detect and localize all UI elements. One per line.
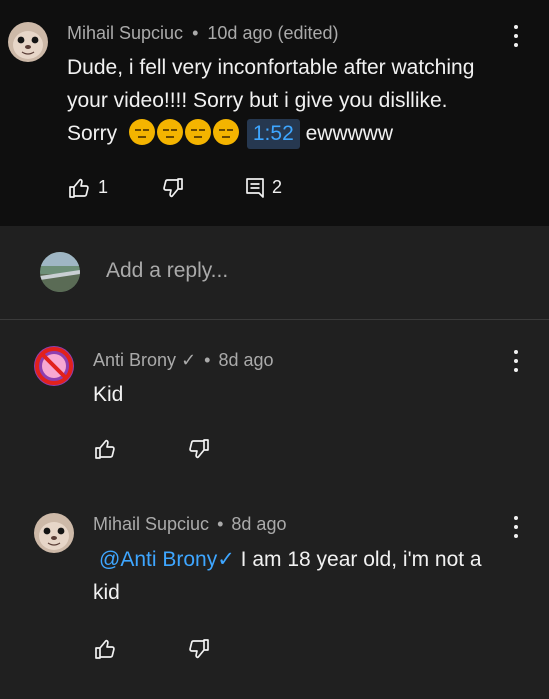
meta-separator: •	[192, 23, 199, 43]
reply-author-avatar[interactable]	[34, 513, 74, 553]
verified-check-icon: ✓	[217, 548, 235, 571]
reply-meta: Anti Brony ✓ • 8d ago	[93, 350, 274, 371]
mention-link[interactable]: @Anti Brony✓	[99, 548, 241, 571]
comment-icon[interactable]	[243, 176, 267, 200]
thumb-up-icon[interactable]	[93, 637, 117, 661]
meta-separator: •	[204, 350, 211, 370]
reply-time: 8d ago	[231, 514, 287, 534]
more-options-button[interactable]	[513, 516, 519, 538]
comment-text-line: your video!!!! Sorry but i give you disl…	[67, 89, 448, 112]
meta-separator: •	[217, 514, 224, 534]
thumb-down-icon[interactable]	[161, 176, 185, 200]
author-name[interactable]: Mihail Supciuc	[67, 23, 183, 43]
thumb-up-icon[interactable]	[67, 176, 91, 200]
main-comment: Mihail Supciuc • 10d ago (edited) Dude, …	[0, 0, 549, 226]
like-count: 1	[98, 177, 109, 197]
reply-author-name[interactable]: Anti Brony	[93, 350, 176, 370]
more-options-button[interactable]	[513, 25, 519, 47]
reply-meta: Mihail Supciuc • 8d ago	[93, 514, 286, 535]
comment-text: Dude, i fell very inconfortable after wa…	[67, 51, 537, 150]
pensive-face-emoji-icon	[129, 119, 247, 145]
reply-author-name[interactable]: Mihail Supciuc	[93, 514, 209, 534]
verified-check-icon: ✓	[181, 350, 197, 370]
reply-text: Kid	[93, 383, 124, 406]
more-vert-icon	[514, 350, 518, 354]
reply-time: 8d ago	[218, 350, 274, 370]
thumb-down-icon[interactable]	[187, 637, 211, 661]
reply-text: @Anti Brony✓ I am 18 year old, i'm not a…	[93, 548, 482, 604]
comment-text-line: Sorry 1:52 ewwwww	[67, 117, 537, 150]
author-avatar[interactable]	[8, 22, 48, 62]
comment-text-line: Dude, i fell very inconfortable after wa…	[67, 56, 475, 79]
more-options-button[interactable]	[513, 350, 519, 372]
thumb-down-icon[interactable]	[187, 437, 211, 461]
reply-author-avatar[interactable]	[34, 346, 74, 386]
timestamp-link[interactable]: 1:52	[246, 119, 300, 149]
thumb-up-icon[interactable]	[93, 437, 117, 461]
comment-time: 10d ago (edited)	[207, 23, 339, 43]
more-vert-icon	[514, 25, 518, 29]
comment-meta: Mihail Supciuc • 10d ago (edited)	[67, 23, 339, 44]
own-avatar	[40, 252, 80, 292]
add-reply-input[interactable]: Add a reply...	[106, 259, 228, 283]
divider	[0, 319, 549, 320]
more-vert-icon	[514, 516, 518, 520]
reply-count: 2	[272, 177, 283, 197]
